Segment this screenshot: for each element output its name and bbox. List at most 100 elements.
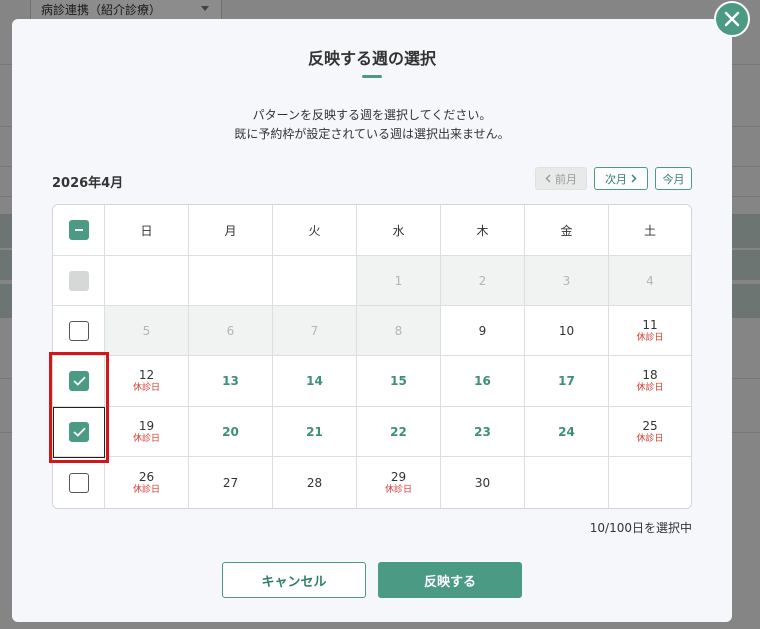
day-number: 6 bbox=[226, 323, 235, 338]
day-cell-empty bbox=[609, 457, 691, 508]
day-cell: 27 bbox=[189, 457, 273, 508]
day-number: 1 bbox=[394, 273, 403, 288]
day-cell-empty bbox=[273, 256, 357, 306]
weekday-header: 水 bbox=[357, 205, 441, 256]
day-number: 29 bbox=[390, 469, 407, 484]
day-cell-selected[interactable]: 24 bbox=[525, 407, 609, 457]
day-cell-selected[interactable]: 14 bbox=[273, 356, 357, 407]
day-number: 10 bbox=[558, 323, 575, 338]
day-cell: 2 bbox=[441, 256, 525, 306]
day-number: 11 bbox=[642, 317, 658, 332]
day-cell-holiday: 12 休診日 bbox=[105, 356, 189, 407]
day-number: 18 bbox=[642, 368, 658, 382]
close-button[interactable] bbox=[714, 1, 750, 37]
cancel-button[interactable]: キャンセル bbox=[222, 562, 366, 598]
day-number: 9 bbox=[478, 323, 487, 338]
chevron-left-icon bbox=[545, 174, 551, 183]
day-cell-holiday: 29 休診日 bbox=[357, 457, 441, 508]
day-number: 22 bbox=[390, 424, 407, 439]
this-month-label: 今月 bbox=[662, 172, 685, 186]
day-cell: 1 bbox=[357, 256, 441, 306]
next-month-button[interactable]: 次月 bbox=[594, 167, 648, 190]
weekday-header: 月 bbox=[189, 205, 273, 256]
holiday-label: 休診日 bbox=[636, 383, 664, 393]
week-select-modal: 反映する週の選択 パターンを反映する週を選択してください。 既に予約枠が設定され… bbox=[12, 19, 732, 622]
day-cell-selected[interactable]: 17 bbox=[525, 356, 609, 407]
day-number: 7 bbox=[310, 323, 319, 338]
day-number: 4 bbox=[646, 273, 654, 288]
day-number: 16 bbox=[474, 374, 491, 388]
modal-title: 反映する週の選択 bbox=[307, 49, 436, 68]
day-cell: 9 bbox=[441, 306, 525, 356]
day-cell-empty bbox=[105, 256, 189, 306]
day-cell-holiday: 11 休診日 bbox=[609, 306, 691, 356]
weekday-header: 金 bbox=[525, 205, 609, 256]
day-cell-empty bbox=[189, 256, 273, 306]
day-cell: 4 bbox=[609, 256, 691, 306]
day-cell-selected[interactable]: 20 bbox=[189, 407, 273, 457]
day-number: 30 bbox=[474, 475, 491, 490]
description-line-1: パターンを反映する週を選択してください。 bbox=[252, 108, 492, 122]
day-cell: 6 bbox=[189, 306, 273, 356]
day-number: 8 bbox=[394, 323, 403, 338]
day-cell: 10 bbox=[525, 306, 609, 356]
weekday-header: 日 bbox=[105, 205, 189, 256]
week-1-checkbox[interactable] bbox=[68, 270, 89, 291]
week-checkbox-cell bbox=[53, 256, 105, 306]
week-2-checkbox[interactable] bbox=[68, 320, 89, 341]
day-cell-holiday: 18 休診日 bbox=[609, 356, 691, 407]
day-number: 21 bbox=[306, 424, 323, 439]
day-cell-holiday: 25 休診日 bbox=[609, 407, 691, 457]
apply-button[interactable]: 反映する bbox=[378, 562, 522, 598]
select-all-checkbox[interactable] bbox=[68, 220, 89, 240]
holiday-label: 休診日 bbox=[132, 433, 160, 444]
day-cell-holiday: 26 休診日 bbox=[105, 457, 189, 508]
day-cell-selected[interactable]: 22 bbox=[357, 407, 441, 457]
chevron-right-icon bbox=[631, 174, 637, 183]
day-cell-holiday: 19 休診日 bbox=[105, 407, 189, 457]
holiday-label: 休診日 bbox=[636, 433, 664, 444]
day-number: 5 bbox=[142, 323, 151, 338]
day-number: 14 bbox=[306, 374, 323, 388]
day-number: 13 bbox=[222, 374, 239, 388]
day-cell-selected[interactable]: 16 bbox=[441, 356, 525, 407]
day-cell-selected[interactable]: 15 bbox=[357, 356, 441, 407]
week-checkbox-cell bbox=[53, 306, 105, 356]
selected-count: 10/100日を選択中 bbox=[589, 521, 692, 535]
next-month-label: 次月 bbox=[605, 172, 627, 186]
holiday-label: 休診日 bbox=[384, 484, 412, 495]
day-cell-selected[interactable]: 13 bbox=[189, 356, 273, 407]
description-line-2: 既に予約枠が設定されている週は選択出来ません。 bbox=[234, 127, 510, 141]
day-cell: 5 bbox=[105, 306, 189, 356]
day-cell-selected[interactable]: 21 bbox=[273, 407, 357, 457]
holiday-label: 休診日 bbox=[636, 332, 664, 343]
holiday-label: 休診日 bbox=[132, 383, 160, 393]
day-number: 3 bbox=[562, 273, 571, 288]
day-cell-empty bbox=[525, 457, 609, 508]
day-number: 24 bbox=[558, 424, 575, 439]
prev-month-button[interactable]: 前月 bbox=[535, 167, 587, 190]
month-label: 2026年4月 bbox=[52, 176, 124, 191]
day-number: 27 bbox=[222, 475, 239, 490]
day-number: 19 bbox=[138, 418, 155, 433]
prev-month-label: 前月 bbox=[555, 172, 577, 186]
focus-outline bbox=[53, 407, 105, 458]
day-number: 23 bbox=[474, 424, 491, 439]
this-month-button[interactable]: 今月 bbox=[655, 167, 692, 190]
day-number: 15 bbox=[390, 374, 407, 388]
title-underline bbox=[362, 75, 382, 78]
day-cell-selected[interactable]: 23 bbox=[441, 407, 525, 457]
day-cell: 3 bbox=[525, 256, 609, 306]
day-cell: 30 bbox=[441, 457, 525, 508]
day-cell: 7 bbox=[273, 306, 357, 356]
week-5-checkbox[interactable] bbox=[68, 472, 89, 493]
day-number: 28 bbox=[306, 475, 323, 490]
weekday-header: 火 bbox=[273, 205, 357, 256]
week-checkbox-cell bbox=[53, 457, 105, 508]
day-number: 12 bbox=[138, 368, 155, 382]
day-number: 20 bbox=[222, 424, 239, 439]
day-cell: 8 bbox=[357, 306, 441, 356]
day-number: 17 bbox=[558, 374, 575, 388]
weekday-header: 木 bbox=[441, 205, 525, 256]
indeterminate-icon bbox=[74, 229, 83, 231]
